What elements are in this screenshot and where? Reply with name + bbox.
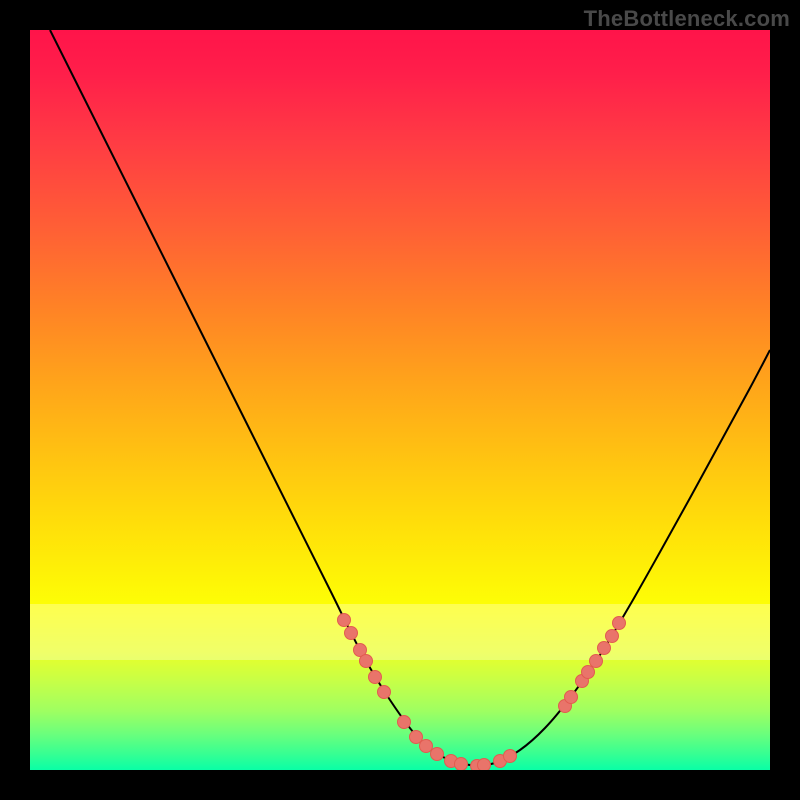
data-dot — [398, 716, 411, 729]
data-dot — [420, 740, 433, 753]
chart-frame: TheBottleneck.com — [0, 0, 800, 800]
data-dot — [582, 666, 595, 679]
data-dot — [606, 630, 619, 643]
data-dot — [598, 642, 611, 655]
data-dot — [613, 617, 626, 630]
data-dot — [431, 748, 444, 761]
data-dot — [410, 731, 423, 744]
data-dots — [338, 614, 626, 771]
data-dot — [478, 759, 491, 771]
data-dot — [338, 614, 351, 627]
curve-layer — [30, 30, 770, 770]
data-dot — [455, 758, 468, 771]
bottleneck-curve — [50, 30, 770, 765]
data-dot — [369, 671, 382, 684]
data-dot — [378, 686, 391, 699]
data-dot — [345, 627, 358, 640]
data-dot — [565, 691, 578, 704]
data-dot — [360, 655, 373, 668]
data-dot — [504, 750, 517, 763]
data-dot — [590, 655, 603, 668]
watermark-text: TheBottleneck.com — [584, 6, 790, 32]
